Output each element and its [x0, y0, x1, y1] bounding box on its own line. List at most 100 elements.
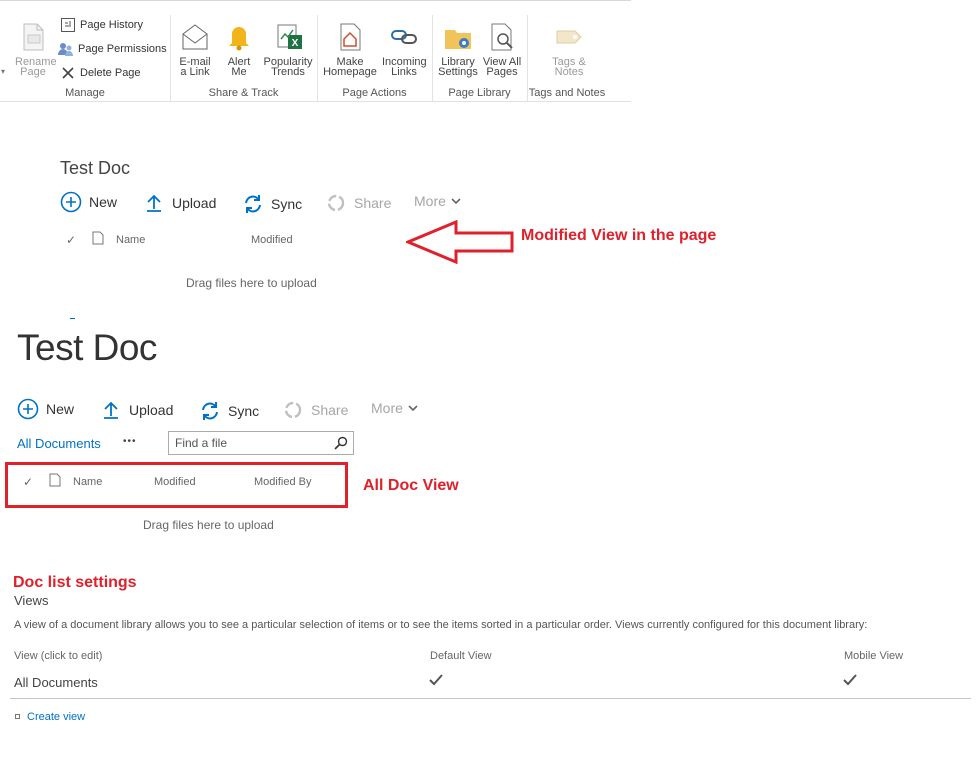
- column-header-name[interactable]: Name: [116, 234, 145, 246]
- more-label: More: [371, 400, 403, 416]
- tags-notes-label: Tags & Notes: [552, 56, 586, 78]
- sync-icon: [245, 195, 261, 213]
- more-button[interactable]: More: [371, 400, 419, 416]
- delete-page-button[interactable]: Delete Page: [60, 65, 141, 81]
- popularity-trends-label: Popularity Trends: [263, 56, 313, 78]
- incoming-links-button[interactable]: Incoming Links: [381, 21, 427, 78]
- page-permissions-button[interactable]: Page Permissions: [58, 41, 167, 57]
- upload-label: Upload: [129, 402, 174, 418]
- annotation-modified-view: Modified View in the page: [521, 227, 717, 244]
- share-icon: [284, 401, 302, 419]
- drag-upload-hint: Drag files here to upload: [186, 276, 317, 290]
- column-header-default-view: Default View: [430, 650, 492, 662]
- new-button[interactable]: New: [60, 191, 117, 213]
- new-label: New: [46, 401, 75, 417]
- drag-upload-hint: Drag files here to upload: [143, 518, 274, 532]
- table-divider: [10, 698, 971, 699]
- select-all-check-icon[interactable]: ✓: [23, 475, 33, 489]
- views-description: A view of a document library allows you …: [14, 619, 868, 631]
- make-homepage-button[interactable]: Make Homepage: [322, 21, 378, 78]
- library-settings-label: Library Settings: [438, 56, 478, 78]
- new-label: New: [89, 194, 118, 210]
- upload-button[interactable]: Upload: [143, 192, 216, 214]
- chevron-down-icon: [451, 198, 461, 205]
- group-label-page-library: Page Library: [448, 87, 511, 99]
- new-button[interactable]: New: [17, 398, 74, 420]
- alert-me-button[interactable]: Alert Me: [222, 21, 256, 78]
- manage-dropdown-arrow[interactable]: ▾: [1, 67, 5, 76]
- search-input[interactable]: [169, 432, 329, 454]
- create-view-link[interactable]: Create view: [27, 711, 85, 723]
- upload-icon: [147, 194, 161, 212]
- people-icon: [58, 43, 73, 56]
- rename-page-label: Rename Page: [15, 56, 57, 78]
- sync-label: Sync: [228, 403, 260, 419]
- upload-button[interactable]: Upload: [100, 399, 173, 421]
- rename-page-button[interactable]: Rename Page: [8, 21, 58, 78]
- view-all-pages-label: View All Pages: [482, 56, 522, 78]
- add-circle-icon: [60, 191, 82, 213]
- group-label-share-track: Share & Track: [208, 87, 279, 99]
- share-icon: [327, 194, 345, 212]
- alert-me-label: Alert Me: [227, 56, 251, 78]
- page-title: Test Doc: [17, 327, 157, 368]
- more-button[interactable]: More: [414, 193, 462, 209]
- search-box[interactable]: [168, 431, 354, 455]
- popularity-trends-button[interactable]: X Popularity Trends: [262, 21, 314, 78]
- page-history-label: Page History: [80, 19, 143, 31]
- bullet-icon: [15, 714, 20, 719]
- tags-notes-button[interactable]: Tags & Notes: [548, 21, 590, 78]
- share-button[interactable]: Share: [325, 192, 391, 214]
- sync-icon: [202, 402, 218, 420]
- page-history-button[interactable]: Page History: [60, 17, 143, 33]
- library-settings-icon: [445, 30, 471, 49]
- select-all-check-icon[interactable]: ✓: [66, 233, 76, 247]
- annotation-doc-list-settings: Doc list settings: [13, 574, 137, 591]
- make-homepage-label: Make Homepage: [323, 56, 377, 78]
- email-icon: [182, 24, 208, 50]
- email-link-button[interactable]: E-mail a Link: [174, 21, 216, 78]
- annotation-all-doc-view: All Doc View: [363, 477, 459, 494]
- excel-trends-icon: X: [277, 24, 302, 49]
- sync-button[interactable]: Sync: [199, 400, 259, 422]
- divider: [70, 318, 75, 319]
- group-label-manage: Manage: [65, 87, 105, 99]
- add-circle-icon: [17, 398, 39, 420]
- view-link-all-documents[interactable]: All Documents: [14, 675, 98, 690]
- sync-label: Sync: [271, 196, 303, 212]
- view-pages-icon: [491, 23, 513, 51]
- column-header-view: View (click to edit): [14, 650, 103, 662]
- views-heading: Views: [14, 593, 49, 608]
- checkmark-icon: [843, 674, 857, 686]
- group-label-page-actions: Page Actions: [342, 87, 407, 99]
- share-label: Share: [311, 402, 349, 418]
- view-selector-all-documents[interactable]: All Documents: [17, 436, 101, 451]
- search-icon[interactable]: [334, 436, 348, 450]
- column-header-modified-by[interactable]: Modified By: [254, 476, 311, 488]
- rename-page-icon: [23, 23, 44, 51]
- svg-text:X: X: [292, 38, 299, 49]
- file-type-icon: [49, 473, 61, 487]
- delete-page-label: Delete Page: [80, 67, 141, 79]
- link-icon: [391, 30, 417, 44]
- view-all-pages-button[interactable]: View All Pages: [482, 21, 522, 78]
- bell-icon: [229, 27, 249, 51]
- delete-icon: [62, 67, 74, 79]
- file-type-icon: [92, 231, 104, 245]
- annotation-arrow-icon: [406, 220, 514, 264]
- page-history-icon: [61, 18, 75, 32]
- more-label: More: [414, 193, 446, 209]
- column-header-modified[interactable]: Modified: [154, 476, 196, 488]
- share-label: Share: [354, 195, 392, 211]
- ribbon: Rename Page ▾ Page History Page Permissi…: [0, 0, 631, 102]
- share-button[interactable]: Share: [282, 399, 348, 421]
- checkmark-icon: [429, 674, 443, 686]
- incoming-links-label: Incoming Links: [382, 56, 427, 78]
- column-header-modified[interactable]: Modified: [251, 234, 293, 246]
- column-header-name[interactable]: Name: [73, 476, 102, 488]
- library-settings-button[interactable]: Library Settings: [437, 21, 479, 78]
- sync-button[interactable]: Sync: [242, 193, 302, 215]
- view-options-ellipsis[interactable]: •••: [123, 436, 137, 447]
- upload-icon: [104, 401, 118, 419]
- webpart-title[interactable]: Test Doc: [60, 158, 130, 179]
